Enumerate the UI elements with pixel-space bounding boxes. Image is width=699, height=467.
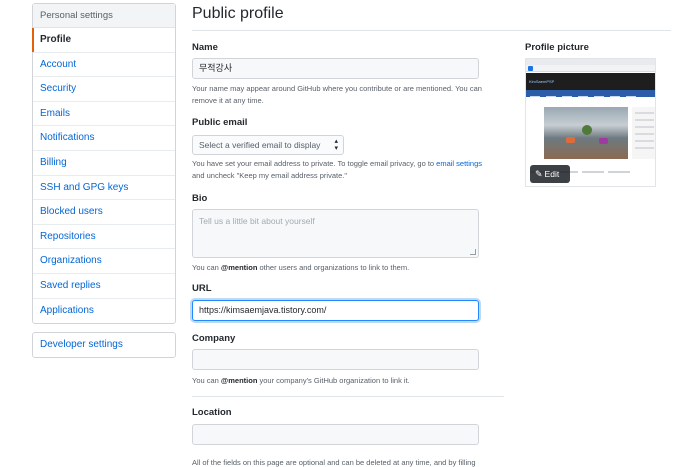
pencil-icon: ✎ <box>535 169 543 179</box>
pp-browser-icon <box>528 66 533 71</box>
bio-label: Bio <box>192 193 208 204</box>
company-label: Company <box>192 333 236 344</box>
company-input[interactable] <box>192 349 479 370</box>
profile-picture-label: Profile picture <box>525 42 589 53</box>
location-input[interactable] <box>192 424 479 445</box>
sidebar-item-emails[interactable]: Emails <box>33 102 175 127</box>
settings-sidebar: Personal settings Profile Account Securi… <box>32 3 176 325</box>
pp-site-content <box>526 97 655 107</box>
company-note-mention: @mention <box>220 376 258 385</box>
sidebar-item-account[interactable]: Account <box>33 53 175 78</box>
pp-site-menu <box>526 90 655 98</box>
developer-sidebar: Developer settings <box>32 332 176 358</box>
sidebar-item-repositories[interactable]: Repositories <box>33 225 175 250</box>
pp-chair-purple <box>599 138 608 144</box>
public-email-label: Public email <box>192 117 248 128</box>
pp-tree <box>582 125 592 135</box>
pp-photo <box>544 107 628 159</box>
company-note-text-2: your company's GitHub organization to li… <box>257 376 410 385</box>
bio-note-mention: @mention <box>220 263 258 272</box>
sidebar-item-profile[interactable]: Profile <box>32 28 175 53</box>
bio-placeholder: Tell us a little bit about yourself <box>199 216 315 226</box>
title-divider <box>192 30 671 31</box>
company-note-text: You can <box>192 376 221 385</box>
public-email-note: You have set your email address to priva… <box>192 158 504 181</box>
pp-chair-orange <box>566 137 575 143</box>
sidebar-item-organizations[interactable]: Organizations <box>33 249 175 274</box>
edit-profile-picture-button[interactable]: ✎ Edit <box>530 165 570 183</box>
bio-note: You can @mention other users and organiz… <box>192 262 409 274</box>
company-note: You can @mention your company's GitHub o… <box>192 375 410 387</box>
sidebar-item-developer-settings[interactable]: Developer settings <box>33 333 175 357</box>
name-label: Name <box>192 42 218 53</box>
sidebar-header: Personal settings <box>33 4 175 28</box>
sidebar-item-notifications[interactable]: Notifications <box>33 126 175 151</box>
url-input[interactable]: https://kimsaemjava.tistory.com/ <box>192 300 479 321</box>
sidebar-item-billing[interactable]: Billing <box>33 151 175 176</box>
sidebar-item-applications[interactable]: Applications <box>33 299 175 324</box>
select-arrows-icon: ▴ ▾ <box>334 138 338 152</box>
bio-textarea[interactable]: Tell us a little bit about yourself <box>192 209 479 258</box>
public-email-select[interactable]: Select a verified email to display ▴ ▾ <box>192 135 344 155</box>
name-input[interactable]: 무적강사 <box>192 58 479 79</box>
pp-site-brand: KimSaemPSP <box>529 79 555 84</box>
pp-tab-bar <box>526 65 655 72</box>
sidebar-item-security[interactable]: Security <box>33 77 175 102</box>
sidebar-item-ssh-gpg-keys[interactable]: SSH and GPG keys <box>33 176 175 201</box>
sidebar-item-saved-replies[interactable]: Saved replies <box>33 274 175 299</box>
pp-site-sidebar <box>632 107 655 159</box>
public-email-note-text-2: and uncheck "Keep my email address priva… <box>192 170 347 180</box>
location-label: Location <box>192 407 232 418</box>
resize-handle-icon[interactable] <box>470 249 476 255</box>
public-email-selected: Select a verified email to display <box>199 140 321 150</box>
page-title: Public profile <box>192 5 284 22</box>
sidebar-item-blocked-users[interactable]: Blocked users <box>33 200 175 225</box>
edit-label: Edit <box>544 169 560 179</box>
footer-note: All of the fields on this page are optio… <box>192 458 476 467</box>
bio-note-text: You can <box>192 263 221 272</box>
public-email-note-text: You have set your email address to priva… <box>192 159 437 168</box>
url-label: URL <box>192 283 212 294</box>
email-settings-link[interactable]: email settings <box>436 159 482 168</box>
bio-note-text-2: other users and organizations to link to… <box>257 263 410 272</box>
name-note: Your name may appear around GitHub where… <box>192 84 482 105</box>
section-divider <box>192 396 504 397</box>
